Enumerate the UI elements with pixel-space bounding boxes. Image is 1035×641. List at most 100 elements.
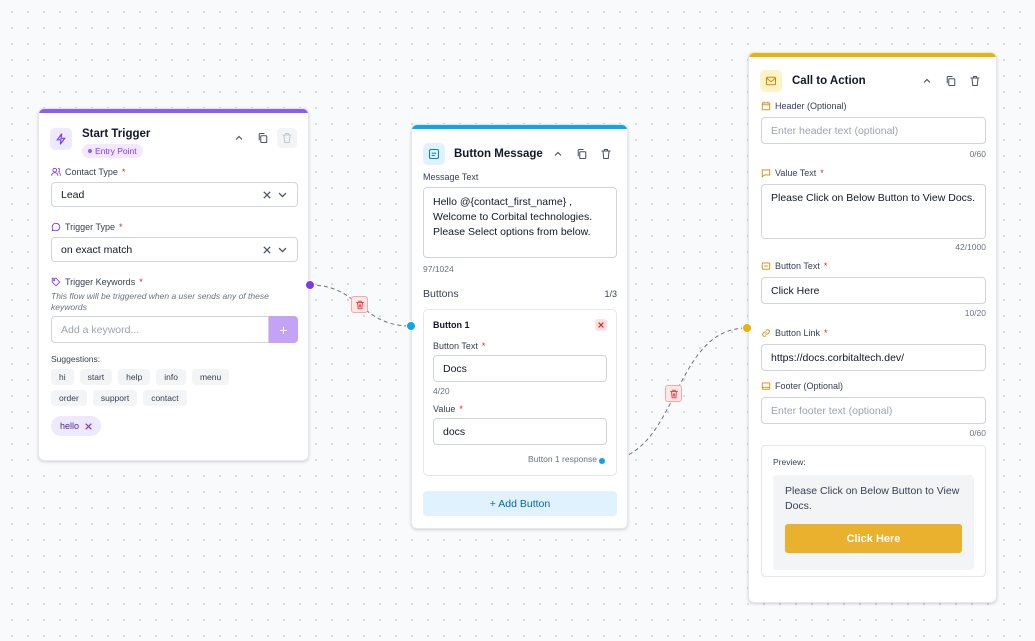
button-text-counter: 4/20 (433, 386, 450, 396)
message-circle-icon (51, 222, 61, 232)
preview-label: Preview: (773, 457, 806, 467)
button-value-label: Value * (433, 404, 463, 414)
value-counter: 42/1000 (955, 242, 986, 252)
chevron-up-icon (554, 151, 562, 156)
suggestion-chip[interactable]: menu (191, 369, 230, 385)
add-keyword-button[interactable]: + (269, 316, 298, 343)
add-button[interactable]: + Add Button (423, 491, 617, 516)
trash-icon (669, 389, 678, 398)
button-value-input[interactable]: docs (433, 418, 607, 445)
footer-input[interactable]: Enter footer text (optional) (761, 397, 986, 424)
node-accent-bar (749, 53, 996, 57)
edge-delete-button[interactable] (351, 296, 368, 313)
entry-point-badge: Entry Point (82, 144, 143, 158)
square-icon (761, 262, 771, 270)
button-message-node[interactable]: Button Message Message Text Hello @{cont… (411, 124, 628, 529)
trigger-keywords-hint: This flow will be triggered when a user … (51, 291, 269, 312)
button-1-output-handle[interactable] (599, 458, 605, 464)
suggestion-chip[interactable]: start (79, 369, 113, 385)
duplicate-button[interactable] (253, 128, 273, 148)
suggestion-chip[interactable]: info (156, 369, 186, 385)
edge-delete-button[interactable] (665, 385, 682, 402)
selected-keyword-chip: hello (51, 416, 102, 436)
suggestion-chip[interactable]: hi (51, 369, 74, 385)
header-input[interactable]: Enter header text (optional) (761, 117, 986, 144)
collapse-button[interactable] (917, 71, 937, 91)
chevron-up-icon (923, 78, 931, 83)
delete-button-disabled (277, 128, 297, 148)
trigger-type-label: Trigger Type * (51, 222, 298, 232)
suggestions-label: Suggestions: (51, 354, 101, 364)
button-text-input[interactable]: Click Here (761, 277, 986, 304)
header-label: Header (Optional) (761, 101, 986, 111)
trash-icon (282, 132, 292, 144)
trash-icon (601, 148, 611, 160)
footer-counter: 0/60 (969, 428, 986, 438)
button-1-title: Button 1 (433, 320, 470, 330)
node-title: Call to Action (792, 75, 866, 87)
suggestion-chip[interactable]: help (118, 369, 151, 385)
clear-icon[interactable] (263, 245, 271, 254)
button-link-input[interactable]: https://docs.corbitaltech.dev/ (761, 344, 986, 371)
lightning-icon (50, 128, 72, 150)
trash-icon (355, 300, 364, 309)
button-text-label: Button Text * (433, 341, 486, 351)
message-text-area[interactable]: Hello @{contact_first_name} , Welcome to… (423, 187, 617, 258)
collapse-button[interactable] (229, 128, 249, 148)
duplicate-button[interactable] (572, 144, 592, 164)
contact-type-label: Contact Type * (51, 167, 298, 177)
mail-icon (760, 70, 782, 92)
node-accent-bar (39, 109, 308, 113)
chevron-down-icon[interactable] (277, 189, 288, 200)
preview-message: Please Click on Below Button to View Doc… (773, 475, 974, 570)
call-to-action-node[interactable]: Call to Action Header (Optional) Enter h… (748, 52, 997, 603)
remove-keyword-icon[interactable] (85, 422, 92, 430)
calendar-icon (761, 101, 771, 111)
button-text-label: Button Text * (761, 261, 986, 271)
preview-cta-button[interactable]: Click Here (785, 524, 962, 553)
collapse-button[interactable] (548, 144, 568, 164)
clear-icon[interactable] (263, 190, 271, 199)
node-title: Start Trigger (82, 128, 151, 140)
button-1-response-label: Button 1 response (528, 454, 597, 464)
preview-text: Please Click on Below Button to View Doc… (785, 485, 960, 512)
chevron-down-icon[interactable] (277, 244, 288, 255)
button-1-card: Button 1 Button Text * Docs 4/20 Value * d… (423, 309, 617, 476)
remove-button-1[interactable] (595, 319, 607, 331)
value-text-label: Value Text * (761, 168, 986, 178)
suggestion-chip[interactable]: order (51, 390, 87, 406)
keyword-input[interactable]: Add a keyword... (51, 316, 269, 343)
message-square-icon (761, 169, 771, 178)
contact-type-select[interactable]: Lead (51, 182, 298, 207)
message-square-icon (423, 143, 445, 165)
start-trigger-node[interactable]: Start Trigger Entry Point Contact Type * … (38, 108, 309, 461)
tag-icon (51, 277, 61, 287)
delete-button[interactable] (596, 144, 616, 164)
users-icon (51, 167, 61, 176)
copy-icon (946, 75, 956, 87)
duplicate-button[interactable] (941, 71, 961, 91)
button-message-input-handle[interactable] (406, 321, 416, 331)
buttons-count: 1/3 (604, 289, 617, 299)
delete-button[interactable] (965, 71, 985, 91)
footer-icon (761, 382, 771, 390)
link-icon (762, 329, 770, 337)
button-text-input[interactable]: Docs (433, 355, 607, 382)
start-trigger-output-handle[interactable] (305, 280, 315, 290)
suggestion-chip[interactable]: support (92, 390, 138, 406)
value-text-area[interactable]: Please Click on Below Button to View Doc… (761, 184, 986, 239)
button-link-label: Button Link * (761, 328, 986, 338)
suggestions-list: hi start help info menu order support co… (51, 369, 271, 406)
message-counter: 97/1024 (423, 264, 454, 274)
preview-panel: Preview: Please Click on Below Button to… (761, 445, 986, 577)
node-title: Button Message (454, 148, 543, 160)
suggestion-chip[interactable]: contact (143, 390, 187, 406)
trigger-keywords-label: Trigger Keywords * (51, 277, 298, 287)
copy-icon (258, 132, 268, 144)
header-counter: 0/60 (969, 149, 986, 159)
buttons-label: Buttons (423, 288, 459, 300)
trigger-type-select[interactable]: on exact match (51, 237, 298, 262)
message-text-label: Message Text (423, 172, 479, 182)
trash-icon (970, 75, 980, 87)
cta-input-handle[interactable] (742, 323, 752, 333)
